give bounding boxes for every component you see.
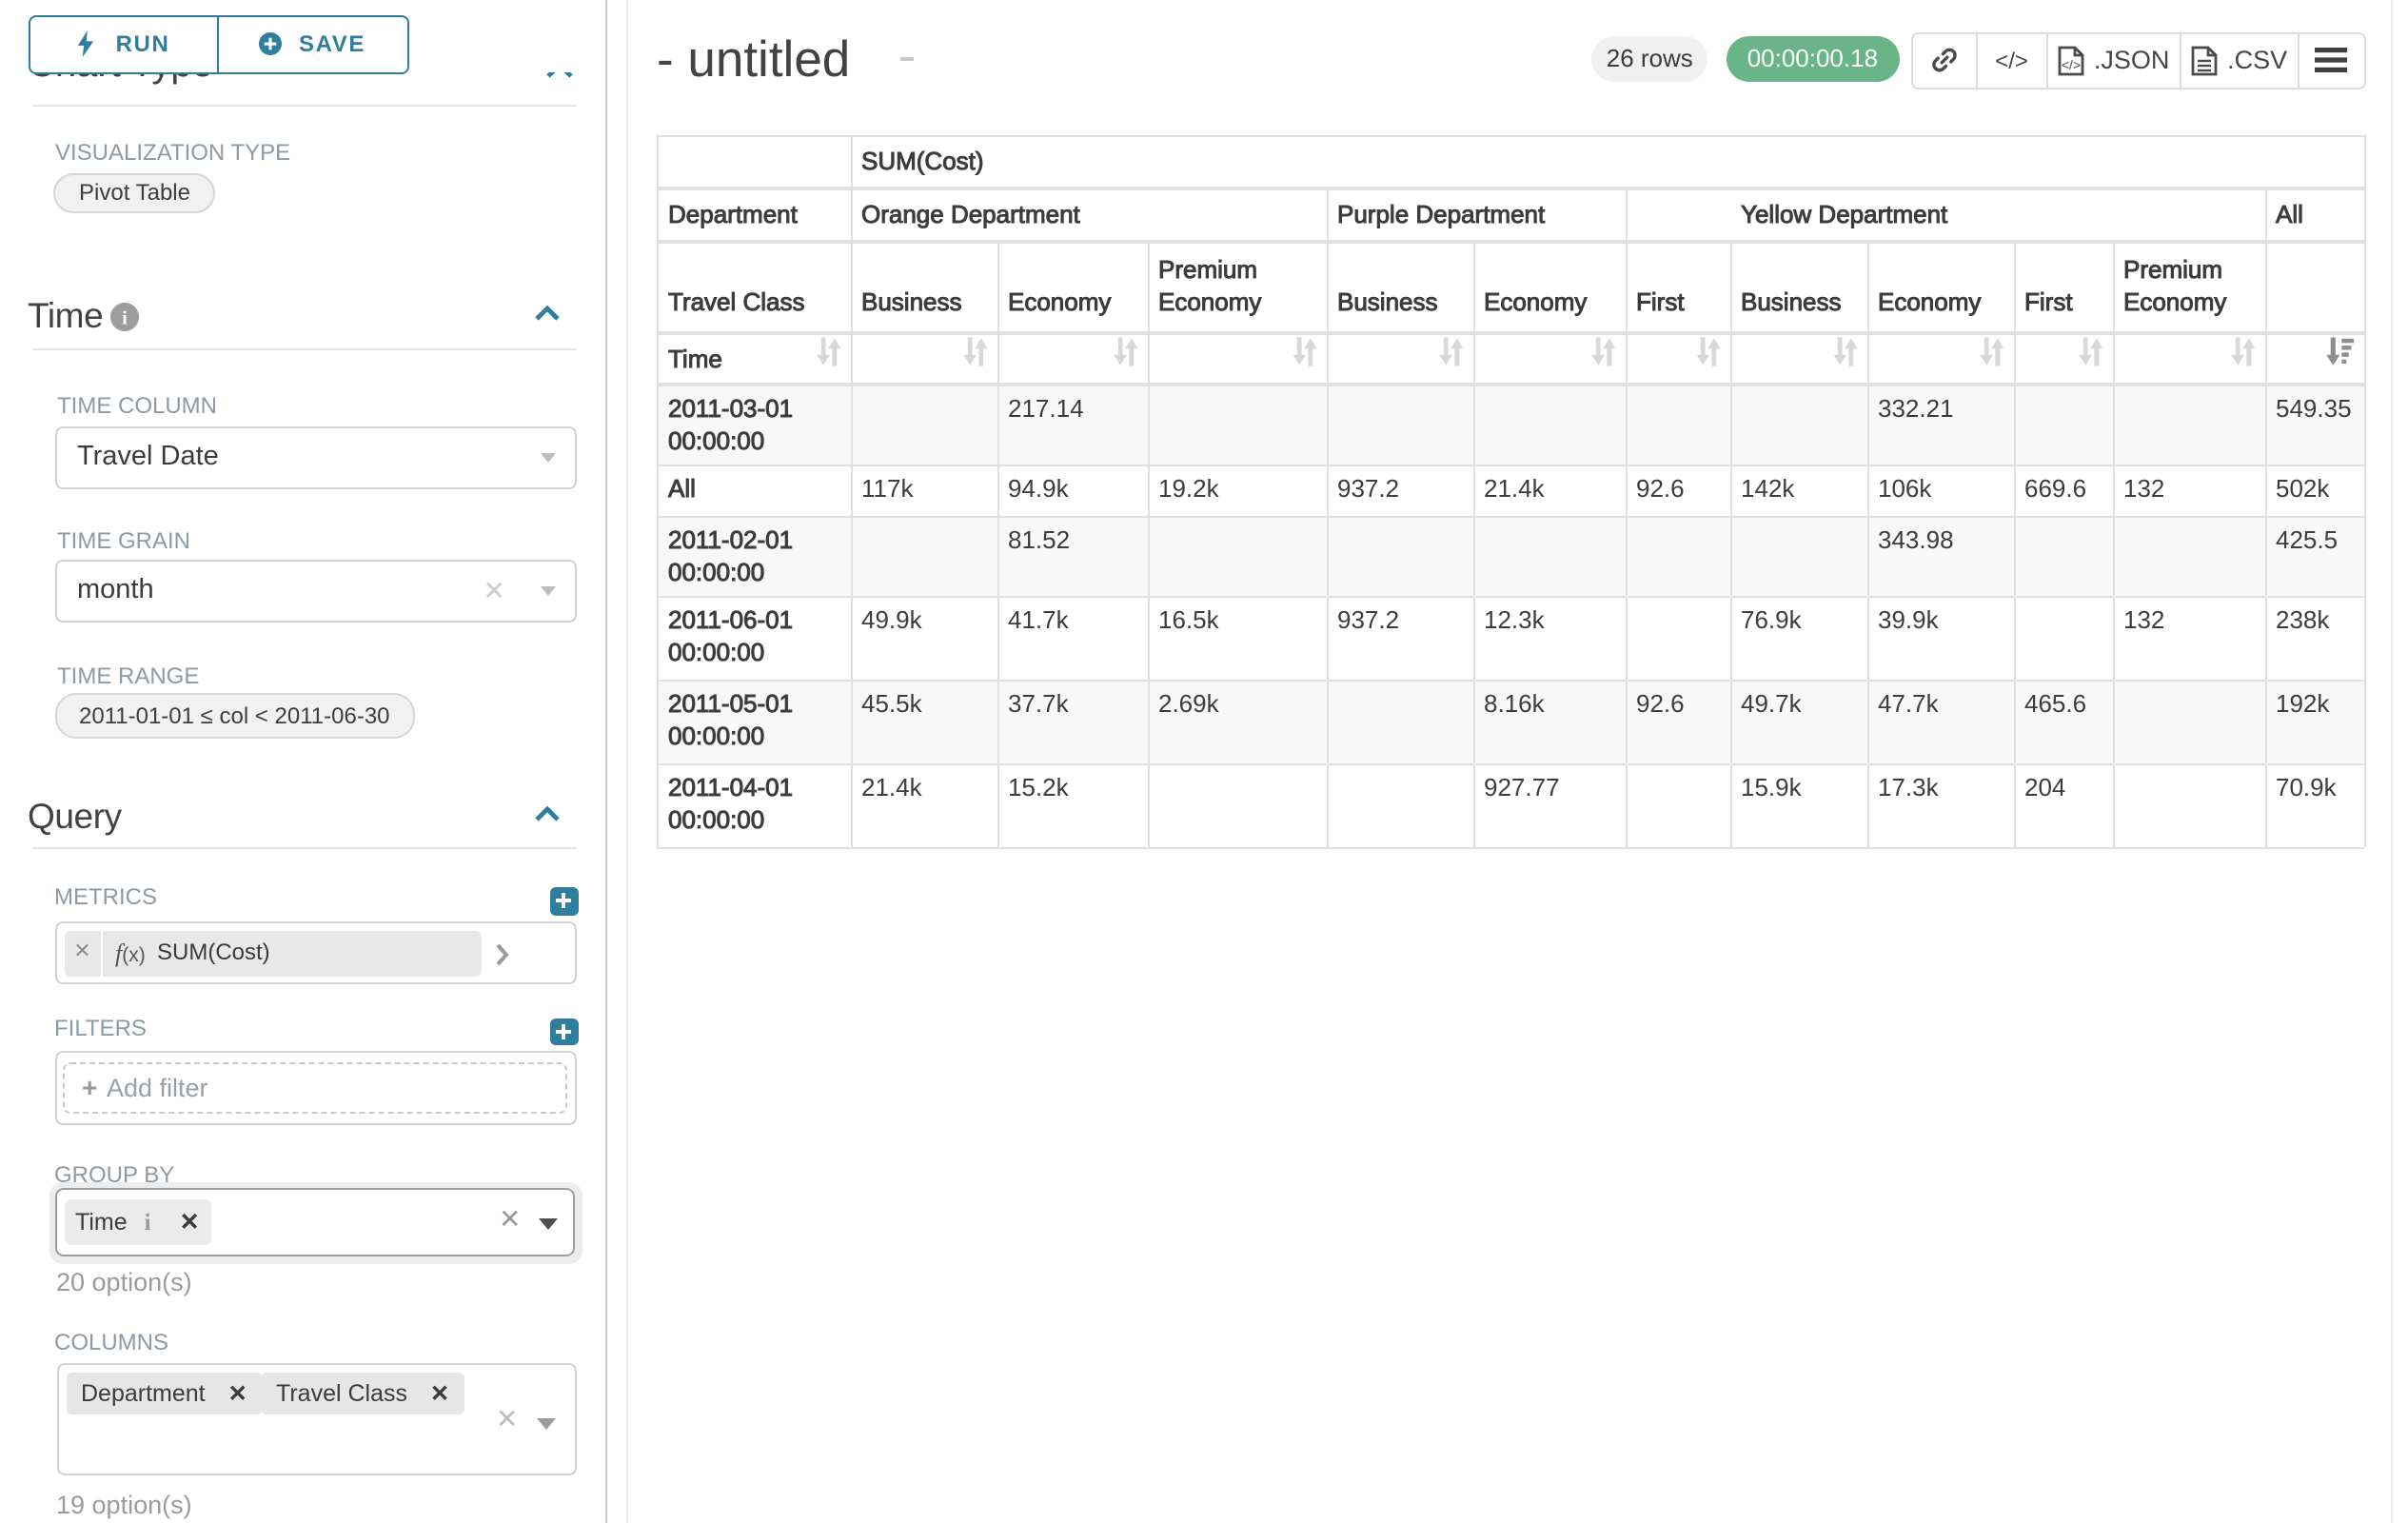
svg-text:i: i	[121, 307, 127, 327]
svg-text:</>: </>	[2062, 56, 2081, 71]
